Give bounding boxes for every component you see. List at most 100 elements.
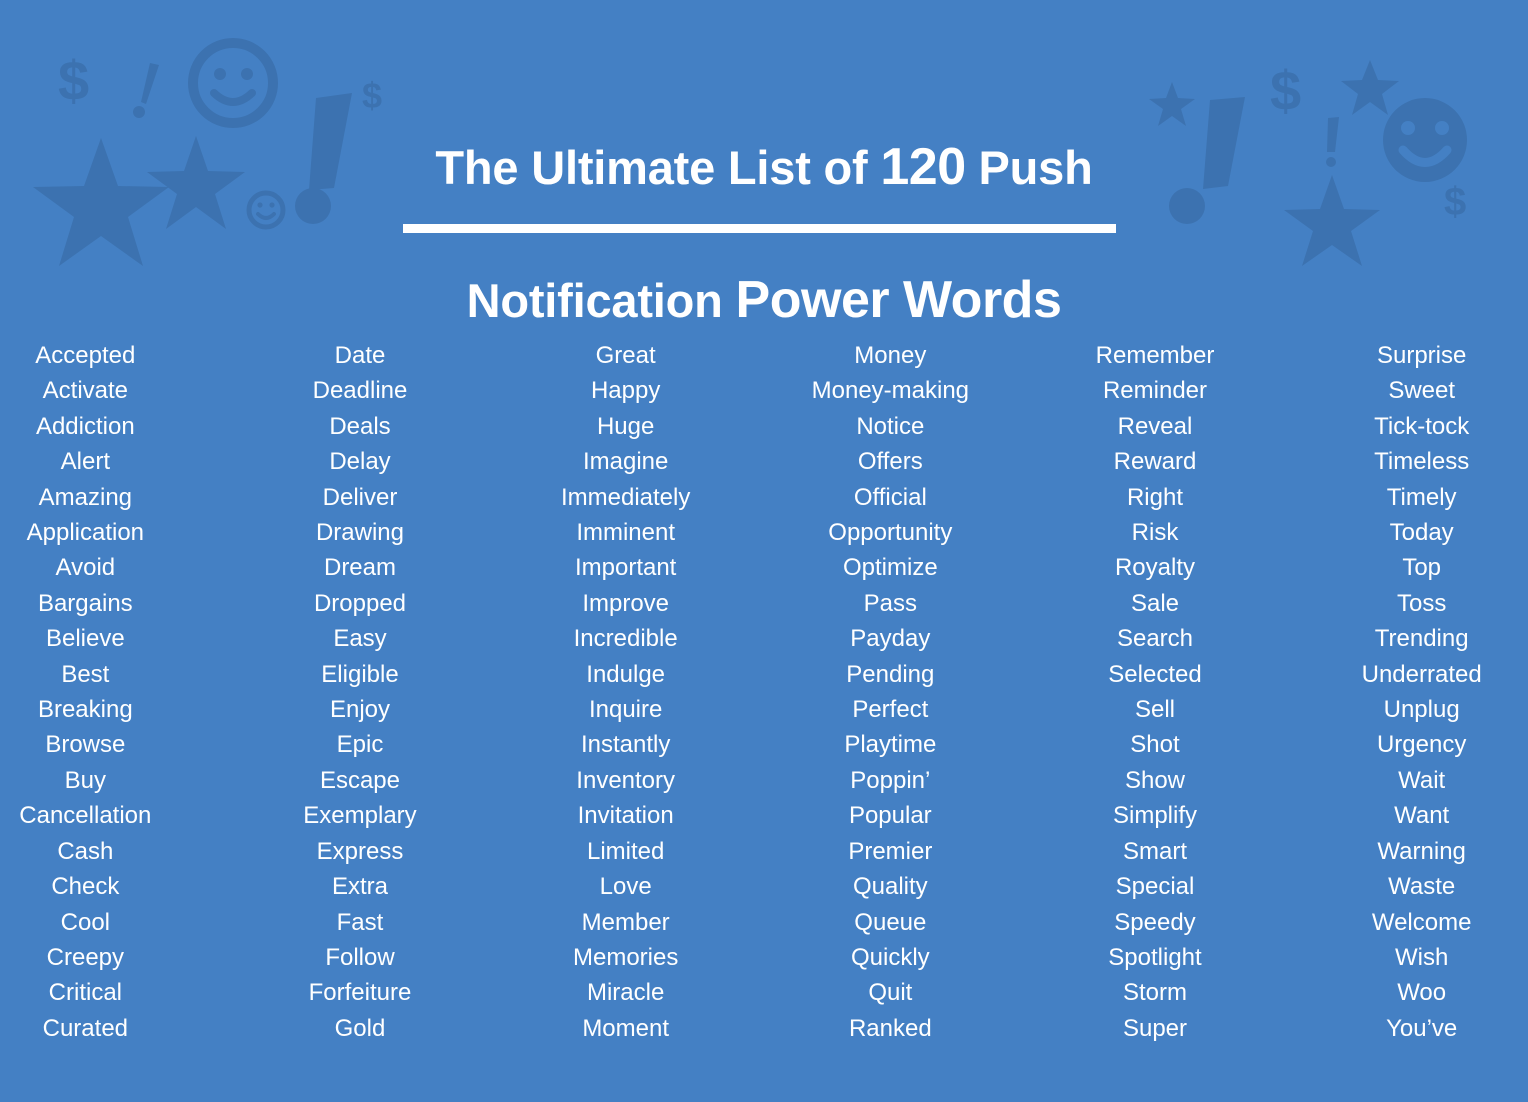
power-word: Extra: [331, 873, 388, 901]
power-word: Poppin’: [850, 766, 931, 794]
power-word: Remember: [1095, 342, 1215, 369]
title-line1-tail: Push: [965, 141, 1093, 194]
power-word: Member: [581, 908, 670, 936]
power-word: Sweet: [1388, 377, 1456, 405]
power-word: Pending: [846, 660, 935, 688]
power-word: Payday: [850, 625, 931, 653]
power-word: Trending: [1374, 625, 1469, 653]
power-word: Cool: [60, 908, 110, 936]
power-word: Optimize: [842, 554, 938, 582]
power-word: Escape: [319, 766, 401, 794]
power-word: Curated: [42, 1014, 129, 1042]
power-word: Special: [1115, 873, 1195, 901]
power-word: Official: [853, 483, 927, 511]
power-word: Buy: [64, 766, 106, 794]
power-word: Risk: [1131, 519, 1179, 547]
power-word: Exemplary: [303, 802, 417, 830]
title-count: 120: [880, 138, 966, 196]
power-word: Invitation: [577, 802, 674, 830]
power-word: Timely: [1386, 483, 1457, 511]
power-word: You’ve: [1386, 1014, 1458, 1042]
power-word: Welcome: [1371, 908, 1472, 936]
power-word: Playtime: [844, 731, 937, 759]
power-word: Wait: [1398, 766, 1446, 794]
power-word: Browse: [45, 731, 126, 759]
power-word: Alert: [60, 448, 110, 476]
power-word: Money: [854, 342, 927, 369]
power-word: Perfect: [852, 696, 929, 724]
power-word: Critical: [48, 979, 122, 1007]
power-word: Incredible: [573, 625, 678, 653]
power-word: Smart: [1122, 837, 1187, 865]
power-word: Waste: [1388, 873, 1456, 901]
power-word: Deals: [329, 412, 391, 440]
title-underline-bar: [403, 224, 1116, 233]
power-word: Search: [1116, 625, 1194, 653]
title-line2-regular: Notification: [466, 274, 736, 327]
power-word: Important: [574, 554, 677, 582]
power-word: Quality: [852, 873, 928, 901]
power-word: Dropped: [313, 589, 407, 617]
power-word: Forfeiture: [308, 979, 412, 1007]
power-word: Tick-tock: [1374, 412, 1470, 440]
power-word: Inventory: [576, 766, 676, 794]
word-column-2: Date Deadline Deals Delay Deliver Drawing Drea…: [233, 338, 488, 1046]
power-word: Toss: [1396, 589, 1447, 617]
power-word: Epic: [336, 731, 384, 759]
power-word: Cash: [57, 837, 114, 865]
title-line1-regular: The Ultimate List of: [435, 141, 881, 194]
power-word: Spotlight: [1108, 943, 1202, 971]
power-word: Breaking: [37, 696, 133, 724]
power-word: Top: [1402, 554, 1442, 582]
power-word: Reward: [1113, 448, 1197, 476]
power-word: Show: [1124, 766, 1186, 794]
power-word: Deadline: [312, 377, 408, 405]
power-word: Speedy: [1114, 908, 1196, 936]
power-word: Warning: [1377, 837, 1466, 865]
power-word: Woo: [1397, 979, 1447, 1007]
power-word: Selected: [1108, 660, 1202, 688]
power-word: Royalty: [1114, 554, 1195, 582]
power-word: Unplug: [1383, 696, 1460, 724]
power-word: Pass: [863, 589, 917, 617]
power-word: Imagine: [582, 448, 669, 476]
power-word: Reveal: [1117, 412, 1193, 440]
power-word: Underrated: [1361, 660, 1482, 688]
power-word: Surprise: [1376, 342, 1467, 369]
power-word: Storm: [1122, 979, 1187, 1007]
power-word: Notice: [856, 412, 925, 440]
power-word: Best: [61, 660, 110, 688]
power-word: Addiction: [35, 412, 135, 440]
power-word: Quickly: [850, 943, 930, 971]
power-word: Huge: [596, 412, 655, 440]
power-word: Money-making: [811, 377, 970, 405]
power-word: Urgency: [1376, 731, 1467, 759]
word-column-6: Surprise Sweet Tick-tock Timeless Timely Toda…: [1294, 338, 1528, 1046]
power-word: Miracle: [586, 979, 665, 1007]
power-word: Popular: [848, 802, 932, 830]
power-word: Simplify: [1112, 802, 1197, 830]
power-word: Delay: [329, 448, 391, 476]
power-word: Offers: [857, 448, 923, 476]
power-word: Express: [316, 837, 404, 865]
power-word: Application: [26, 519, 145, 547]
power-word: Fast: [336, 908, 384, 936]
word-column-5: Remember Reminder Reveal Reward Right Risk Roy…: [1028, 338, 1283, 1046]
power-word: Great: [595, 342, 656, 369]
power-word: Reminder: [1102, 377, 1208, 405]
header: The Ultimate List of 120 Push Notificati…: [0, 0, 1528, 329]
power-word: Quit: [868, 979, 913, 1007]
power-word: Cancellation: [19, 802, 152, 830]
power-word: Timeless: [1374, 448, 1470, 476]
power-word: Date: [334, 342, 386, 369]
power-word: Shot: [1130, 731, 1180, 759]
power-word: Love: [599, 873, 652, 901]
power-word: Premier: [848, 837, 933, 865]
power-word: Sell: [1134, 696, 1175, 724]
power-word: Opportunity: [828, 519, 953, 547]
power-word: Super: [1122, 1014, 1188, 1042]
word-column-3: Great Happy Huge Imagine Immediately Imminent…: [498, 338, 753, 1046]
power-word: Avoid: [55, 554, 116, 582]
power-word: Imminent: [576, 519, 676, 547]
power-word: Follow: [325, 943, 395, 971]
